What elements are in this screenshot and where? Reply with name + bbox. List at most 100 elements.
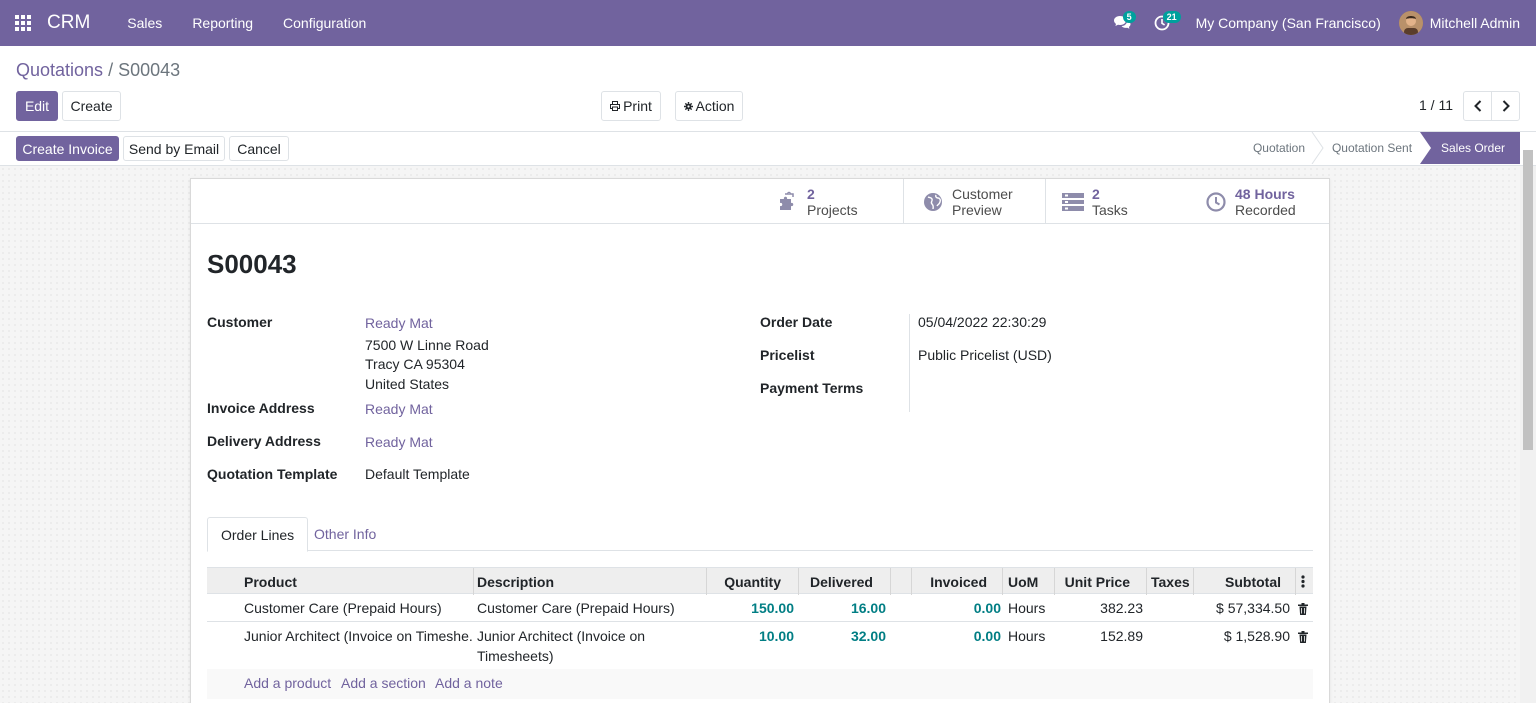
add-product-link[interactable]: Add a product — [244, 675, 331, 691]
stage-sales-order[interactable]: Sales Order — [1420, 132, 1520, 164]
delivery-address-link[interactable]: Ready Mat — [365, 434, 433, 450]
delete-row-icon[interactable] — [1298, 631, 1308, 643]
row-subtotal: $ 1,528.90 — [1223, 628, 1290, 644]
projects-smart-button[interactable]: 2 Projects — [763, 179, 903, 224]
cancel-button[interactable]: Cancel — [229, 136, 289, 161]
invoice-address-label: Invoice Address — [207, 400, 315, 416]
messages-menu[interactable]: 5 — [1102, 0, 1142, 46]
address-line3: United States — [365, 376, 450, 392]
col-taxes[interactable]: Taxes — [1151, 568, 1196, 595]
breadcrumb-separator: / — [108, 60, 114, 80]
address-line1: 7500 W Linne Road — [365, 337, 489, 353]
chevron-right-icon — [1502, 100, 1510, 112]
stage-quotation-sent[interactable]: Quotation Sent — [1322, 132, 1422, 164]
breadcrumb-current: S00043 — [118, 60, 181, 80]
column-options-icon[interactable] — [1301, 575, 1305, 588]
delivery-address-label: Delivery Address — [207, 433, 321, 449]
row-subtotal: $ 57,334.50 — [1216, 600, 1290, 616]
tab-order-lines[interactable]: Order Lines — [207, 517, 309, 552]
hours-value: 48 Hours — [1235, 185, 1295, 202]
add-section-link[interactable]: Add a section — [341, 675, 426, 691]
user-menu[interactable]: Mitchell Admin — [1398, 11, 1536, 35]
tab-other-info[interactable]: Other Info — [301, 517, 389, 551]
row-uom: Hours — [1008, 628, 1046, 644]
customer-link[interactable]: Ready Mat — [365, 315, 433, 331]
table-header: Product Description Quantity Delivered I… — [207, 567, 1313, 595]
pager-value[interactable]: 1 / 11 — [1419, 97, 1453, 113]
action-label: Action — [695, 98, 735, 114]
menu-configuration[interactable]: Configuration — [268, 15, 381, 31]
pager-previous-button[interactable] — [1463, 91, 1492, 121]
col-uom[interactable]: UoM — [1008, 568, 1053, 595]
col-unit-price[interactable]: Unit Price — [1055, 568, 1130, 595]
record-title: S00043 — [207, 249, 297, 279]
row-delivered: 32.00 — [850, 628, 886, 644]
pricelist-label: Pricelist — [760, 347, 815, 363]
col-product[interactable]: Product — [244, 568, 474, 595]
puzzle-icon — [775, 189, 801, 215]
row-uom: Hours — [1008, 600, 1046, 616]
row-description-continued: Timesheets) — [477, 648, 554, 664]
row-product[interactable]: Customer Care (Prepaid Hours) — [244, 598, 474, 618]
activities-badge: 21 — [1162, 11, 1181, 23]
stage-quotation[interactable]: Quotation — [1240, 132, 1318, 164]
action-button[interactable]: Action — [675, 91, 743, 121]
row-delivered: 16.00 — [850, 600, 886, 616]
col-delivered[interactable]: Delivered — [799, 568, 873, 595]
apps-menu-icon[interactable] — [0, 0, 46, 46]
row-description: Junior Architect (Invoice on — [477, 628, 646, 644]
menu-reporting[interactable]: Reporting — [177, 15, 268, 31]
col-subtotal[interactable]: Subtotal — [1194, 568, 1281, 595]
quotation-template-value: Default Template — [365, 466, 470, 482]
invoice-address-link[interactable]: Ready Mat — [365, 401, 433, 417]
projects-label: Projects — [807, 201, 858, 218]
col-invoiced[interactable]: Invoiced — [912, 568, 987, 595]
activities-menu[interactable]: 21 — [1142, 0, 1182, 46]
status-bar: Create Invoice Send by Email Cancel Quot… — [0, 132, 1536, 166]
col-description[interactable]: Description — [477, 568, 707, 595]
smart-buttons: 2 Projects Customer Preview 2 Tasks 48 H… — [191, 179, 1329, 224]
quotation-template-label: Quotation Template — [207, 466, 338, 482]
app-brand[interactable]: CRM — [47, 12, 90, 34]
row-quantity: 150.00 — [751, 600, 794, 616]
row-unit-price: 382.23 — [1100, 600, 1143, 616]
menu-sales[interactable]: Sales — [112, 15, 177, 31]
row-unit-price: 152.89 — [1100, 628, 1143, 644]
order-date-value: 05/04/2022 22:30:29 — [918, 314, 1047, 330]
messages-badge: 5 — [1122, 11, 1136, 23]
company-switcher[interactable]: My Company (San Francisco) — [1182, 15, 1399, 31]
tasks-icon — [1060, 189, 1086, 215]
create-button[interactable]: Create — [62, 91, 121, 121]
address-line2: Tracy CA 95304 — [365, 356, 465, 372]
row-invoiced: 0.00 — [973, 628, 1001, 644]
add-note-link[interactable]: Add a note — [435, 675, 503, 691]
send-by-email-button[interactable]: Send by Email — [123, 136, 225, 161]
print-icon — [610, 101, 621, 111]
hours-recorded-smart-button[interactable]: 48 Hours Recorded — [1187, 179, 1329, 224]
tasks-smart-button[interactable]: 2 Tasks — [1045, 179, 1187, 224]
scrollbar-thumb[interactable] — [1523, 150, 1533, 450]
row-product[interactable]: Junior Architect (Invoice on Timeshe... — [244, 626, 472, 646]
pricelist-value: Public Pricelist (USD) — [918, 347, 1052, 363]
globe-icon — [920, 189, 946, 215]
table-row[interactable]: Junior Architect (Invoice on Timeshe... … — [207, 623, 1313, 670]
print-button[interactable]: Print — [601, 91, 661, 121]
customer-label: Customer — [207, 314, 273, 330]
breadcrumb: Quotations / S00043 — [16, 60, 180, 81]
breadcrumb-parent[interactable]: Quotations — [16, 60, 103, 80]
avatar — [1398, 11, 1423, 35]
top-navbar: CRM Sales Reporting Configuration 5 21 M… — [0, 0, 1536, 46]
create-invoice-button[interactable]: Create Invoice — [16, 136, 119, 161]
edit-button[interactable]: Edit — [16, 91, 58, 121]
row-description: Customer Care (Prepaid Hours) — [477, 600, 675, 616]
col-quantity[interactable]: Quantity — [707, 568, 781, 595]
customer-preview-line1: Customer — [952, 185, 1013, 202]
hours-label: Recorded — [1235, 201, 1296, 218]
notebook-tabs: Order Lines Other Info — [207, 517, 1313, 552]
pager-next-button[interactable] — [1491, 91, 1520, 121]
customer-preview-smart-button[interactable]: Customer Preview — [903, 179, 1045, 224]
customer-preview-line2: Preview — [952, 201, 1002, 218]
order-date-label: Order Date — [760, 314, 833, 330]
table-row[interactable]: Customer Care (Prepaid Hours) Customer C… — [207, 595, 1313, 622]
delete-row-icon[interactable] — [1298, 603, 1308, 615]
